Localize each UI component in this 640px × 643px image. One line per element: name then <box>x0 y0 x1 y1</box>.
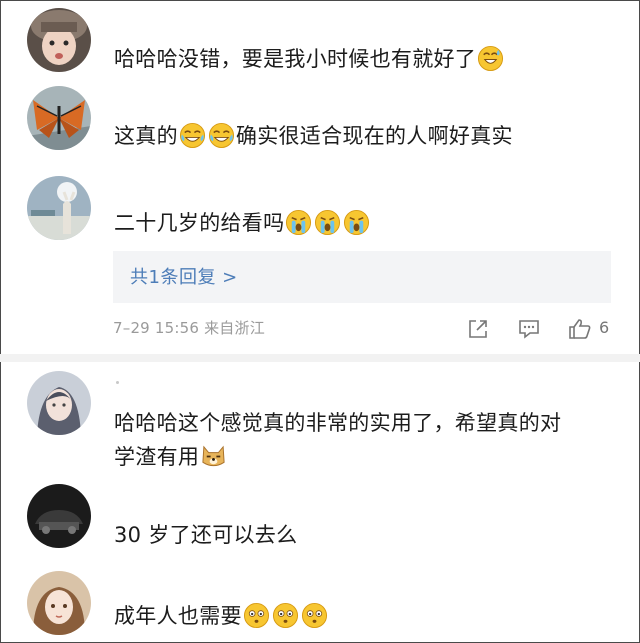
reply-summary[interactable]: 共1条回复 > <box>113 251 611 303</box>
comment-2-text-end: 确实很适合现在的人啊好真实 <box>235 124 513 148</box>
crying-emoji-icon <box>344 209 370 236</box>
share-icon[interactable] <box>467 318 489 340</box>
crying-emoji-icon <box>286 209 312 236</box>
comment-text: 二十几岁的给看吗 <box>114 207 371 239</box>
comment-text: 30 岁了还可以去么 <box>114 523 298 547</box>
comment-3-text: 二十几岁的给看吗 <box>114 211 285 235</box>
comment-2-text-start: 这真的 <box>114 124 178 148</box>
comment-4-line-1: 哈哈哈这个感觉真的非常的实用了，希望真的对 <box>114 411 562 435</box>
avatar[interactable] <box>27 8 91 72</box>
comment-meta: 7–29 15:56 来自浙江 <box>113 319 265 337</box>
section-divider <box>0 354 640 362</box>
speechless-emoji-icon <box>301 602 327 629</box>
like-count: 6 <box>599 318 610 337</box>
doge-emoji-icon <box>202 445 225 467</box>
comment-icon[interactable] <box>518 318 540 340</box>
avatar[interactable] <box>27 176 91 240</box>
tears-of-joy-emoji-icon <box>179 122 205 149</box>
crying-emoji-icon <box>315 209 341 236</box>
separator-dot <box>116 381 119 384</box>
avatar[interactable] <box>27 86 91 150</box>
tears-of-joy-emoji-icon <box>208 122 234 149</box>
comment-text: 成年人也需要 <box>114 600 329 632</box>
avatar[interactable] <box>27 371 91 435</box>
comment-6-text: 成年人也需要 <box>114 604 242 628</box>
laugh-sweat-emoji-icon <box>478 45 504 72</box>
comment-1-text: 哈哈哈没错，要是我小时候也有就好了 <box>114 47 477 71</box>
comment-text: 哈哈哈没错，要是我小时候也有就好了 <box>114 43 505 75</box>
speechless-emoji-icon <box>243 602 269 629</box>
screenshot-frame <box>0 0 640 643</box>
like-icon[interactable] <box>568 317 591 339</box>
comment-4-line-2: 学渣有用 <box>114 445 200 469</box>
comment-text: 哈哈哈这个感觉真的非常的实用了，希望真的对 学渣有用 <box>114 407 561 473</box>
speechless-emoji-icon <box>272 602 298 629</box>
avatar[interactable] <box>27 484 91 548</box>
view-replies-link[interactable]: 共1条回复 > <box>130 263 238 289</box>
avatar[interactable] <box>27 571 91 635</box>
comment-text: 这真的 确实很适合现在的人啊好真实 <box>114 120 513 152</box>
